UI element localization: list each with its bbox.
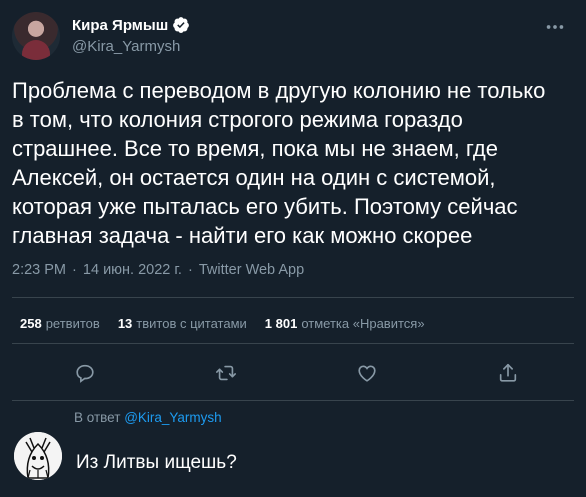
like-icon (358, 365, 376, 382)
verified-badge-icon (172, 16, 190, 34)
more-options-icon[interactable] (544, 16, 566, 38)
author-avatar[interactable] (12, 12, 60, 60)
divider (12, 297, 574, 298)
author-name-line: Кира Ярмыш (72, 16, 190, 34)
retweets-label: ретвитов (45, 316, 100, 331)
quotes-stat[interactable]: 13 твитов с цитатами (118, 316, 247, 331)
tweet-stats: 258 ретвитов 13 твитов с цитатами 1 801 отм… (20, 316, 425, 331)
meta-separator: · (72, 262, 77, 278)
reply-text[interactable]: Из Литвы ищешь? (76, 452, 237, 474)
retweet-icon (216, 365, 236, 381)
retweet-button[interactable] (211, 358, 241, 388)
author-handle[interactable]: @Kira_Yarmysh (72, 38, 180, 55)
divider (12, 400, 574, 401)
reply-to-prefix: В ответ (74, 410, 121, 425)
reply-icon (76, 364, 94, 383)
tweet-header: Кира Ярмыш @Kira_Yarmysh (12, 12, 574, 62)
meta-separator: · (187, 262, 193, 278)
likes-stat[interactable]: 1 801 отметка «Нравится» (265, 316, 425, 331)
likes-label: отметка «Нравится» (301, 316, 425, 331)
share-icon (499, 363, 517, 382)
share-button[interactable] (493, 358, 523, 388)
retweets-stat[interactable]: 258 ретвитов (20, 316, 100, 331)
likes-count: 1 801 (264, 316, 298, 331)
reply-to-line: В ответ @Kira_Yarmysh (74, 410, 222, 425)
tweet-meta: 2:23 PM · 14 июн. 2022 г. · Twitter Web … (12, 262, 306, 278)
author-display-name[interactable]: Кира Ярмыш (72, 17, 168, 34)
like-button[interactable] (352, 358, 382, 388)
tweet-actions (12, 358, 574, 388)
tweet-source[interactable]: Twitter Web App (199, 262, 304, 278)
reply-button[interactable] (70, 358, 100, 388)
tweet-time[interactable]: 2:23 PM (12, 262, 66, 278)
reply-avatar[interactable] (14, 432, 62, 480)
tweet-date[interactable]: 14 июн. 2022 г. (83, 262, 182, 278)
divider (12, 343, 574, 344)
retweets-count: 258 (20, 316, 42, 331)
reply-to-mention[interactable]: @Kira_Yarmysh (124, 410, 221, 425)
quotes-count: 13 (117, 316, 133, 331)
quotes-label: твитов с цитатами (136, 316, 247, 331)
tweet-text: Проблема с переводом в другую колонию не… (12, 78, 546, 248)
